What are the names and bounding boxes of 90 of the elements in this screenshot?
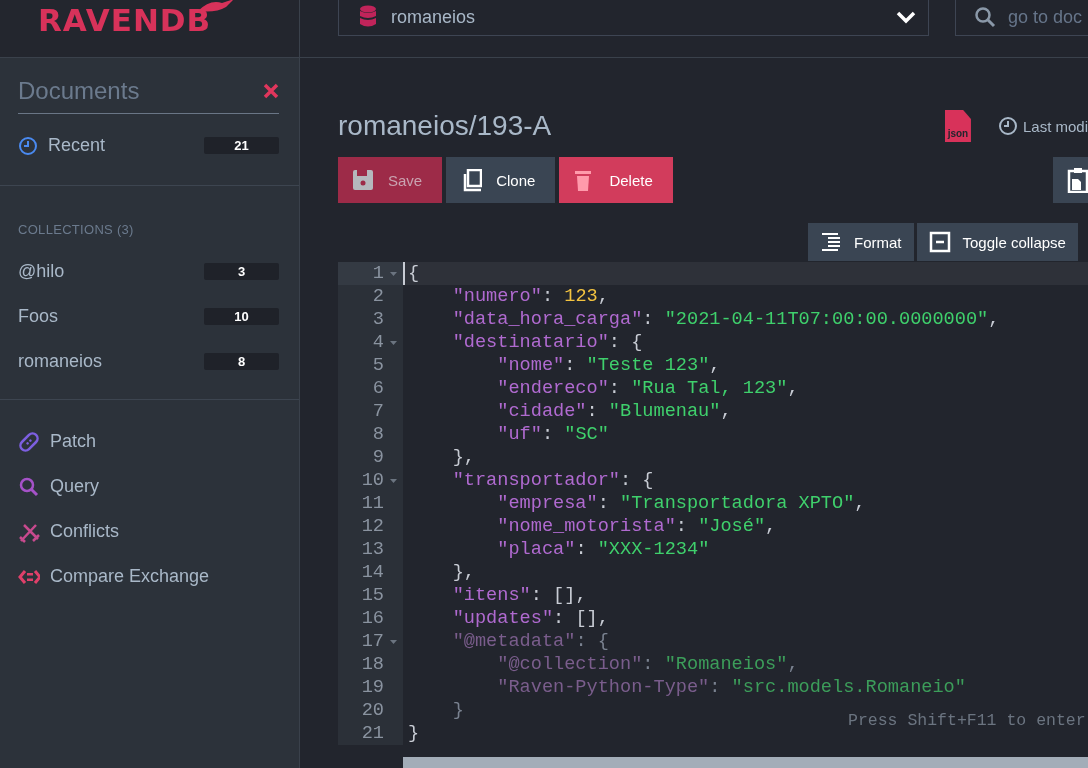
code-line: "updates": [], — [451, 608, 609, 629]
line-number: 12 — [361, 515, 384, 538]
format-button[interactable]: Format — [808, 223, 914, 261]
line-number: 16 — [361, 607, 384, 630]
align-lines-icon — [820, 231, 842, 253]
line-number: 21 — [361, 722, 384, 745]
close-icon — [263, 83, 279, 99]
code-line: "itens": [], — [451, 585, 587, 606]
code-line: "empresa": "Transportadora XPTO", — [496, 493, 866, 514]
line-number: 8 — [372, 423, 384, 446]
code-line: "placa": "XXX-1234" — [496, 539, 710, 560]
code-line: }, — [451, 447, 475, 468]
code-line: "cidade": "Blumenau", — [496, 401, 732, 422]
nav-item[interactable]: @hilo 3 — [0, 249, 299, 294]
nav-label: @hilo — [18, 261, 66, 282]
line-number: 4 — [372, 331, 384, 354]
count-badge: 21 — [204, 137, 279, 154]
count-badge: 10 — [204, 308, 279, 325]
editor-hint: Press Shift+F11 to enter — [848, 711, 1086, 730]
nav-item[interactable]: Foos 10 — [0, 294, 299, 339]
nav-label: Conflicts — [50, 521, 121, 542]
code-line: "uf": "SC" — [496, 424, 609, 445]
code-line: "@collection": "Romaneios", — [496, 654, 799, 675]
line-number: 10 — [361, 469, 384, 492]
line-number: 13 — [361, 538, 384, 561]
clock-icon — [997, 116, 1018, 136]
nav-label: Foos — [18, 306, 60, 327]
nav-item[interactable]: romaneios 8 — [0, 339, 299, 384]
clock-icon — [18, 135, 38, 156]
count-badge: 3 — [204, 263, 279, 280]
line-number: 2 — [372, 285, 384, 308]
code-line: } — [451, 700, 464, 721]
clipboard-button[interactable] — [1053, 157, 1088, 203]
nav-label: Compare Exchange — [50, 566, 211, 587]
nav-label: Recent — [48, 135, 107, 156]
code-line: "@metadata": { — [451, 631, 609, 652]
database-icon — [359, 5, 377, 29]
search-icon — [974, 6, 996, 28]
line-number: 15 — [361, 584, 384, 607]
nav-label: Patch — [50, 431, 98, 452]
database-name: romaneios — [391, 6, 477, 28]
toggle-button[interactable]: Toggle collapse — [916, 223, 1078, 261]
search-field[interactable]: go to doc — [955, 0, 1088, 36]
nav-label: Query — [50, 476, 101, 497]
line-number: 19 — [361, 676, 384, 699]
delete-button[interactable]: Delete — [559, 157, 673, 203]
chevron-down-icon — [896, 10, 916, 24]
nav-item[interactable]: Compare Exchange — [0, 554, 299, 599]
line-number: 11 — [361, 492, 384, 515]
nav-item[interactable]: Conflicts — [0, 509, 299, 554]
line-number: 6 — [372, 377, 384, 400]
line-number: 17 — [361, 630, 384, 653]
clone-button[interactable]: Clone — [446, 157, 556, 203]
code-line: "numero": 123, — [451, 286, 609, 307]
line-number: 1 — [372, 262, 384, 285]
fold-arrow-icon[interactable] — [390, 479, 397, 484]
horizontal-scrollbar[interactable] — [403, 757, 1088, 768]
code-line: "data_hora_carga": "2021-04-11T07:00:00.0000000", — [451, 309, 1000, 330]
code-line: "endereco": "Rua Tal, 123", — [496, 378, 799, 399]
nav-item[interactable]: Recent 21 — [0, 123, 299, 168]
code-line: "nome": "Teste 123", — [496, 355, 721, 376]
line-number: 18 — [361, 653, 384, 676]
collapse-square-icon — [928, 231, 951, 253]
panel-title: Documents — [18, 77, 140, 105]
document-title: romaneios/193-A — [338, 110, 553, 142]
code-line: "Raven-Python-Type": "src.models.Romaneio" — [496, 677, 966, 698]
line-number: 3 — [372, 308, 384, 331]
search-input[interactable]: go to doc — [1008, 6, 1088, 28]
code-line: "destinatario": { — [451, 332, 643, 353]
clipboard-icon — [1067, 167, 1088, 193]
nav-item[interactable]: Patch — [0, 419, 299, 464]
code-line: }, — [451, 562, 475, 583]
nav-label: romaneios — [18, 351, 104, 372]
line-number: 9 — [372, 446, 384, 469]
last-modified-label: Last modi — [1022, 117, 1088, 135]
count-badge: 8 — [204, 353, 279, 370]
database-selector[interactable]: romaneios — [338, 0, 929, 36]
fold-arrow-icon[interactable] — [390, 341, 397, 346]
fold-arrow-icon[interactable] — [390, 640, 397, 645]
code-line: "nome_motorista": "José", — [496, 516, 777, 537]
line-number: 7 — [372, 400, 384, 423]
code-line: } — [408, 723, 420, 744]
line-number: 20 — [361, 699, 384, 722]
fold-arrow-icon[interactable] — [390, 272, 397, 277]
nav-item[interactable]: Query — [0, 464, 299, 509]
line-number: 5 — [372, 354, 384, 377]
file-type-badge: json — [944, 110, 971, 142]
code-line: "transportador": { — [451, 470, 654, 491]
section-heading: COLLECTIONS (3) — [17, 221, 135, 239]
line-number: 14 — [361, 561, 384, 584]
